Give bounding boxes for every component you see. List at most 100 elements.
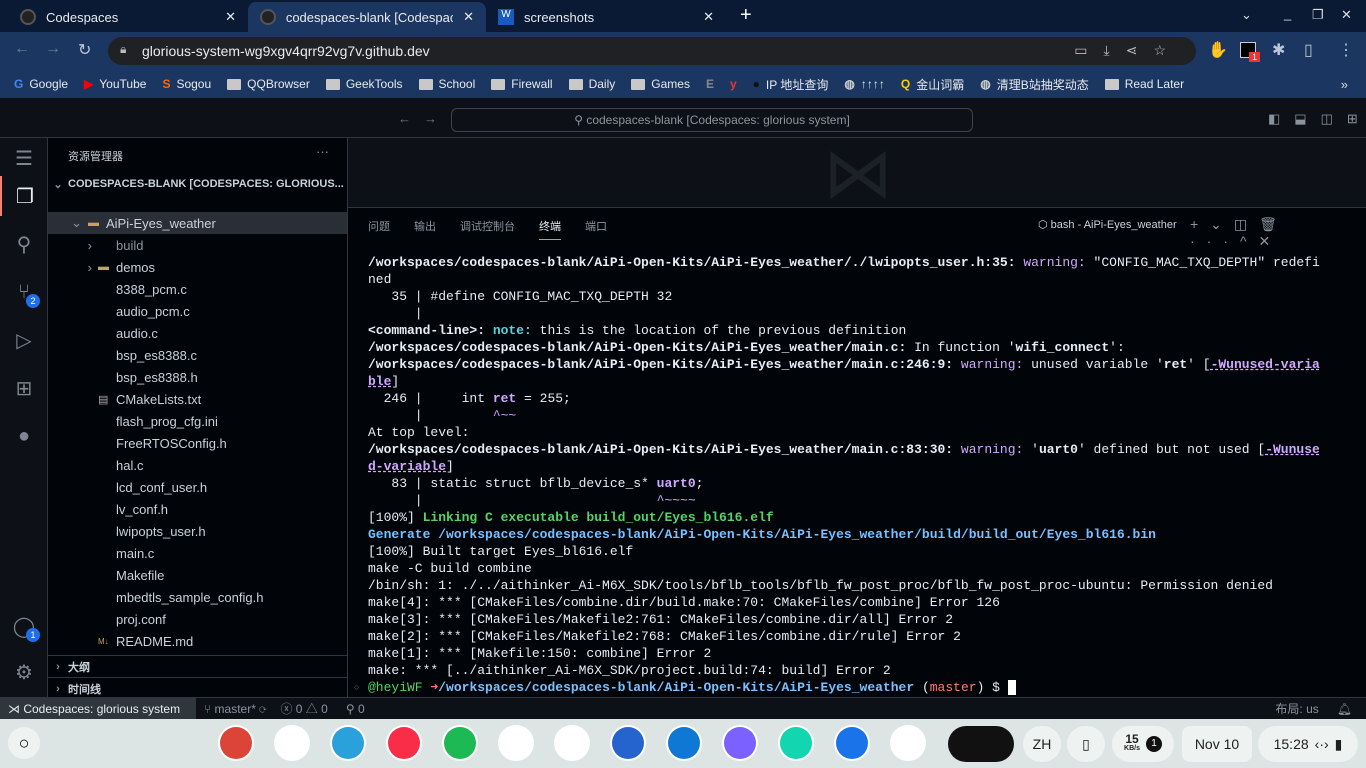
bookmark-item[interactable]: ● IP 地址查询 xyxy=(753,76,829,93)
folder-item[interactable]: ⌄ ▬ AiPi-Eyes_weather xyxy=(48,212,347,234)
file-item[interactable]: lcd_conf_user.h xyxy=(48,476,347,498)
timeline-section[interactable]: › 时间线 xyxy=(48,677,347,699)
notion-app-icon[interactable] xyxy=(556,727,588,759)
tab-debug-console[interactable]: 调试控制台 xyxy=(460,218,515,234)
more-bookmarks-icon[interactable]: » xyxy=(1341,77,1348,92)
bookmark-item[interactable]: G Google xyxy=(14,77,68,91)
bookmark-item[interactable]: Read Later xyxy=(1104,77,1184,91)
launcher-button[interactable]: ○ xyxy=(8,727,40,759)
screenshot-preview[interactable] xyxy=(948,726,1014,762)
date-display[interactable]: Nov 10 xyxy=(1182,726,1252,762)
play-store-app-icon[interactable] xyxy=(276,727,308,759)
search-icon[interactable]: ⚲ xyxy=(0,224,48,264)
tab-output[interactable]: 输出 xyxy=(414,218,436,234)
new-tab-button[interactable]: + xyxy=(740,4,752,27)
tab-ports[interactable]: 端口 xyxy=(585,218,607,234)
github-icon[interactable]: ● xyxy=(0,416,48,456)
file-item[interactable]: mbedtls_sample_config.h xyxy=(48,586,347,608)
bookmark-item[interactable]: S Sogou xyxy=(162,77,211,91)
chrome-app-icon[interactable] xyxy=(220,727,252,759)
bookmark-item[interactable]: School xyxy=(418,77,475,91)
bookmark-item[interactable]: E xyxy=(706,77,714,91)
system-tray[interactable]: 15:28 ‹·› ▮ xyxy=(1258,726,1358,762)
accounts-icon[interactable]: ◯ 1 xyxy=(0,606,48,646)
folder-item[interactable]: › ▬ demos xyxy=(48,256,347,278)
onedrive-app-icon[interactable] xyxy=(668,727,700,759)
phone-hub-icon[interactable]: ▯ xyxy=(1067,726,1105,762)
close-tab-icon[interactable]: ✕ xyxy=(463,9,474,25)
apple-music-app-icon[interactable] xyxy=(388,727,420,759)
side-panel-icon[interactable]: ▯ xyxy=(1304,40,1313,60)
bookmark-item[interactable]: Games xyxy=(631,77,690,91)
telegram-app-icon[interactable] xyxy=(332,727,364,759)
copilot-app-icon[interactable] xyxy=(724,727,756,759)
todo-app-icon[interactable] xyxy=(612,727,644,759)
ime-indicator[interactable]: ZH xyxy=(1023,726,1061,762)
terminal-output[interactable]: /workspaces/codespaces-blank/AiPi-Open-K… xyxy=(368,254,1348,696)
minimize-button[interactable]: _ xyxy=(1284,6,1291,21)
file-item[interactable]: 8388_pcm.c xyxy=(48,278,347,300)
keyboard-layout[interactable]: 布局: us xyxy=(1275,700,1318,717)
file-item[interactable]: audio.c xyxy=(48,322,347,344)
file-item[interactable]: flash_prog_cfg.ini xyxy=(48,410,347,432)
outline-section[interactable]: › 大纲 xyxy=(48,655,347,677)
adblock-extension-icon[interactable]: ✋ xyxy=(1208,40,1228,60)
folder-item[interactable]: › build xyxy=(48,234,347,256)
chrome-apps-icon[interactable] xyxy=(892,727,924,759)
more-actions-icon[interactable]: ··· xyxy=(316,144,329,159)
tab-search-icon[interactable]: ⌄ xyxy=(1241,7,1252,23)
workspace-root[interactable]: ⌄ CODESPACES-BLANK [CODESPACES: GLORIOUS.… xyxy=(48,173,347,195)
nav-forward-icon[interactable]: → xyxy=(424,111,437,126)
file-item[interactable]: M↓ README.md xyxy=(48,630,347,652)
forward-icon[interactable]: → xyxy=(45,40,61,58)
branch-indicator[interactable]: ⑂ master* ⟳ xyxy=(204,702,266,716)
notifications-bell-icon[interactable]: 🔔︎ xyxy=(1337,702,1352,716)
nav-back-icon[interactable]: ← xyxy=(398,111,411,126)
bookmark-item[interactable]: y xyxy=(730,77,737,91)
reload-icon[interactable]: ↻ xyxy=(78,40,91,60)
close-tab-icon[interactable]: ✕ xyxy=(225,9,236,25)
file-item[interactable]: FreeRTOSConfig.h xyxy=(48,432,347,454)
file-item[interactable]: main.c xyxy=(48,542,347,564)
bookmark-item[interactable]: ◍ ↑↑↑↑ xyxy=(844,77,884,91)
tab-problems[interactable]: 问题 xyxy=(368,218,390,234)
bookmark-item[interactable]: QQBrowser xyxy=(227,77,310,91)
file-item[interactable]: proj.conf xyxy=(48,608,347,630)
extensions-puzzle-icon[interactable]: ✱ xyxy=(1272,40,1285,60)
menu-icon[interactable]: ⋮ xyxy=(1338,40,1354,60)
file-item[interactable]: lwipopts_user.h xyxy=(48,520,347,542)
feishu-app-icon[interactable] xyxy=(500,727,532,759)
kick-app-icon[interactable] xyxy=(780,727,812,759)
browser-tab-screenshots[interactable]: Wscreenshots ✕ xyxy=(486,2,726,32)
maximize-button[interactable]: ❐ xyxy=(1312,7,1324,23)
run-debug-icon[interactable]: ▷ xyxy=(0,320,48,360)
browser-tab-codespaces-blank[interactable]: codespaces-blank [Codespaces: ✕ xyxy=(248,2,486,32)
close-window-button[interactable]: ✕ xyxy=(1341,7,1352,23)
files-app-icon[interactable] xyxy=(836,727,868,759)
browser-tab-codespaces[interactable]: Codespaces ✕ xyxy=(8,2,248,32)
remote-indicator[interactable]: ⋊ Codespaces: glorious system xyxy=(0,698,196,719)
network-speed-widget[interactable]: 15 KB/s 1 xyxy=(1112,726,1174,762)
command-center[interactable]: ⚲ codespaces-blank [Codespaces: glorious… xyxy=(451,108,973,132)
layout-toggle-icons[interactable]: ◧⬓◫⊞ xyxy=(1268,111,1366,127)
file-item[interactable]: bsp_es8388.h xyxy=(48,366,347,388)
page-actions-icons[interactable]: ▭⤓⋖☆ xyxy=(1074,42,1182,59)
terminal-selector[interactable]: ⬡ bash - AiPi-Eyes_weather xyxy=(1038,218,1177,231)
menu-icon[interactable]: ☰ xyxy=(0,138,48,178)
bookmark-item[interactable]: Firewall xyxy=(491,77,553,91)
file-item[interactable]: ▤ CMakeLists.txt xyxy=(48,388,347,410)
file-item[interactable]: hal.c xyxy=(48,454,347,476)
bookmark-item[interactable]: ▶ YouTube xyxy=(84,77,146,91)
bookmark-item[interactable]: GeekTools xyxy=(325,77,403,91)
ports-indicator[interactable]: ⚲ 0 xyxy=(346,702,365,716)
bookmark-item[interactable]: Daily xyxy=(568,77,615,91)
file-item[interactable]: bsp_es8388.c xyxy=(48,344,347,366)
back-icon[interactable]: ← xyxy=(14,40,30,58)
settings-gear-icon[interactable]: ⚙ xyxy=(0,652,48,692)
tab-terminal[interactable]: 终端 xyxy=(539,218,561,240)
file-item[interactable]: audio_pcm.c xyxy=(48,300,347,322)
bookmark-item[interactable]: Q 金山词霸 xyxy=(901,76,964,93)
file-item[interactable]: lv_conf.h xyxy=(48,498,347,520)
source-control-icon[interactable]: ⑂ 2 xyxy=(0,272,48,312)
terminal-actions[interactable]: +⌄◫🗑︎···^✕ xyxy=(1190,216,1366,250)
